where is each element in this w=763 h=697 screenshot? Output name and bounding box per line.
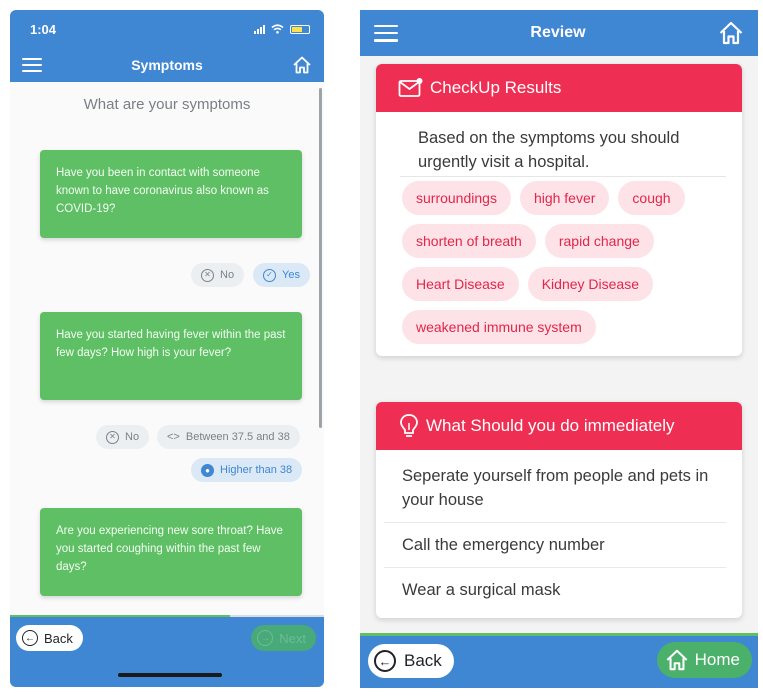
question-card-throat: Are you experiencing new sore throat? Ha… (40, 508, 302, 596)
symptom-tags: surroundings high fever cough shorten of… (402, 181, 726, 344)
status-time: 1:04 (30, 21, 57, 37)
next-label: Next (279, 630, 306, 646)
wifi-icon (271, 24, 284, 34)
check-circle-icon: ✓ (263, 268, 276, 282)
status-bar: 1:04 (10, 10, 324, 48)
symptom-tag: rapid change (544, 224, 654, 258)
close-circle-icon: ✕ (106, 430, 119, 444)
symptom-tag: shorten of breath (402, 224, 536, 258)
action-item: Seperate yourself from people and pets i… (384, 454, 726, 523)
code-icon: <> (167, 431, 180, 443)
review-footer: ← Back Home (360, 636, 758, 688)
checkup-results-body: Based on the symptoms you should urgentl… (376, 112, 742, 356)
symptom-tag: cough (618, 181, 685, 215)
immediate-actions-header: What Should you do immediately (376, 402, 742, 450)
menu-icon[interactable] (374, 24, 398, 42)
answer-no-label: No (220, 269, 235, 281)
radio-selected-icon: ● (201, 463, 214, 477)
immediate-actions-body: Seperate yourself from people and pets i… (376, 450, 742, 618)
action-item: Call the emergency number (384, 523, 726, 568)
answer-yes-button[interactable]: ✓ Yes (253, 263, 310, 287)
symptoms-content: What are your symptoms Have you been in … (10, 82, 324, 617)
fever-no-button[interactable]: ✕ No (96, 425, 150, 449)
fever-higher-label: Higher than 38 (220, 464, 293, 476)
arrow-left-icon: ← (374, 650, 396, 672)
review-app-bar: Review (360, 10, 758, 56)
home-label: Home (694, 650, 740, 669)
fever-no-label: No (125, 431, 140, 443)
question-card-contact: Have you been in contact with someone kn… (40, 150, 302, 238)
results-message: Based on the symptoms you should urgentl… (400, 126, 726, 177)
fever-between-button[interactable]: <> Between 37.5 and 38 (157, 425, 300, 449)
checkup-results-card: CheckUp Results Based on the symptoms yo… (376, 64, 742, 356)
symptom-tag: Heart Disease (402, 267, 519, 301)
symptom-tag: high fever (519, 181, 610, 215)
back-button[interactable]: ← Back (16, 625, 83, 651)
back-label: Back (44, 630, 73, 646)
back-label: Back (404, 651, 442, 670)
symptom-tag: weakened immune system (402, 310, 596, 344)
fever-between-label: Between 37.5 and 38 (185, 431, 290, 443)
answer-no-button[interactable]: ✕ No (191, 263, 245, 287)
home-indicator[interactable] (118, 673, 222, 677)
immediate-actions-card: What Should you do immediately Seperate … (376, 402, 742, 618)
fever-higher-button[interactable]: ● Higher than 38 (191, 458, 303, 482)
symptom-tag: Kidney Disease (527, 267, 653, 301)
arrow-right-icon: → (257, 630, 274, 646)
answer-yes-label: Yes (282, 269, 300, 281)
checkup-results-title: CheckUp Results (430, 78, 562, 97)
lightbulb-icon (400, 414, 418, 437)
next-button[interactable]: → Next (251, 625, 316, 651)
question-card-fever: Have you started having fever within the… (40, 312, 302, 400)
review-screen: Review CheckUp Results Based on the symp… (360, 10, 758, 688)
signal-icon (254, 24, 265, 34)
status-icons (254, 24, 310, 34)
scrollbar[interactable] (319, 88, 322, 428)
symptoms-prompt: What are your symptoms (83, 96, 251, 113)
symptoms-footer: ← Back → Next (10, 617, 324, 687)
symptom-tag: surroundings (402, 181, 511, 215)
back-button[interactable]: ← Back (368, 644, 454, 678)
mail-alert-icon (398, 78, 423, 97)
immediate-actions-title: What Should you do immediately (426, 416, 675, 435)
checkup-results-header: CheckUp Results (376, 64, 742, 112)
action-item: Wear a surgical mask (402, 581, 561, 599)
page-title: Symptoms (131, 57, 203, 73)
home-icon (666, 649, 688, 671)
review-content: CheckUp Results Based on the symptoms yo… (360, 56, 758, 636)
symptoms-app-bar: Symptoms (10, 48, 324, 82)
close-circle-icon: ✕ (201, 268, 214, 282)
home-button[interactable]: Home (656, 642, 752, 678)
menu-icon[interactable] (22, 58, 42, 72)
page-title: Review (530, 24, 586, 41)
home-icon[interactable] (292, 55, 312, 75)
symptoms-screen: 1:04 Symptoms What are your symptoms Hav… (10, 10, 324, 687)
battery-icon (290, 24, 310, 34)
home-icon[interactable] (718, 20, 744, 46)
arrow-left-icon: ← (22, 630, 38, 646)
